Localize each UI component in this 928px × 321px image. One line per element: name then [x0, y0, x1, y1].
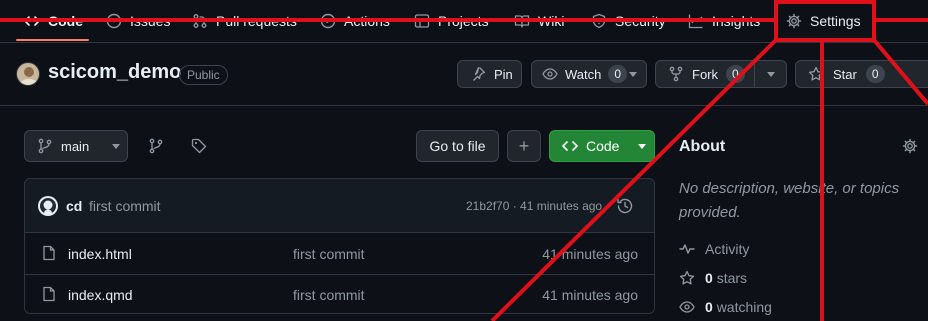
pull-request-icon: [192, 13, 208, 29]
star-counter: 0: [865, 65, 885, 83]
fork-label: Fork: [692, 66, 718, 82]
issue-icon: [106, 13, 122, 29]
star-icon: [679, 270, 695, 286]
file-name[interactable]: index.html: [68, 246, 132, 262]
gear-icon: [786, 13, 802, 29]
pin-button[interactable]: Pin: [457, 60, 522, 88]
file-commit-message[interactable]: first commit: [293, 246, 365, 262]
owner-avatar[interactable]: [16, 62, 40, 86]
visibility-badge: Public: [179, 65, 228, 85]
book-icon: [514, 13, 530, 29]
pulse-icon: [679, 241, 695, 257]
file-commit-message[interactable]: first commit: [293, 287, 365, 303]
add-file-button[interactable]: +: [507, 130, 541, 162]
go-to-file-label: Go to file: [429, 138, 486, 154]
file-name[interactable]: index.qmd: [68, 287, 133, 303]
add-file-label: +: [518, 135, 530, 156]
git-branch-icon: [37, 138, 53, 154]
watch-counter: 0: [608, 65, 628, 83]
fork-button[interactable]: Fork 0: [656, 65, 764, 83]
active-tab-indicator: [16, 39, 89, 41]
about-settings-gear-icon[interactable]: [902, 138, 918, 154]
code-icon: [24, 13, 40, 29]
eye-icon: [679, 299, 695, 315]
commit-author-avatar[interactable]: [38, 196, 58, 216]
watch-dropdown-caret-icon[interactable]: [628, 69, 638, 79]
watch-button[interactable]: Watch 0: [532, 65, 632, 83]
watching-link[interactable]: 0 watching: [679, 299, 772, 315]
star-label: Star: [833, 66, 857, 82]
code-brackets-icon: [562, 138, 578, 154]
fork-counter: 0: [726, 65, 745, 83]
file-icon: [41, 286, 57, 302]
fork-divider: [754, 61, 755, 87]
fork-dropdown-caret-icon[interactable]: [766, 69, 776, 79]
file-row[interactable]: index.qmd first commit 41 minutes ago: [25, 274, 654, 313]
fork-button-group: Fork 0: [655, 60, 787, 88]
watch-label: Watch: [565, 66, 602, 82]
tab-label: Code: [48, 13, 83, 29]
tab-insights[interactable]: Insights: [688, 0, 760, 42]
stars-link[interactable]: 0 stars: [679, 270, 747, 286]
tab-label: Projects: [438, 13, 489, 29]
tag-icon[interactable]: [191, 138, 207, 154]
watch-button-group: Watch 0: [531, 60, 647, 88]
activity-label: Activity: [705, 241, 750, 257]
stars-label: stars: [716, 270, 748, 286]
repo-header: scicom_demo Public Pin Watch 0 Fork 0 St…: [0, 43, 928, 106]
commit-message[interactable]: first commit: [89, 198, 161, 214]
code-button[interactable]: Code: [549, 130, 655, 162]
about-title: About: [679, 138, 726, 155]
branch-caret-icon: [111, 141, 121, 151]
tab-label: Settings: [810, 13, 861, 29]
branch-selector[interactable]: main: [24, 130, 128, 162]
star-button[interactable]: Star 0: [796, 65, 885, 83]
go-to-file-button[interactable]: Go to file: [416, 130, 499, 162]
tab-code[interactable]: Code: [24, 0, 83, 42]
watching-count: 0: [705, 299, 713, 315]
tab-label: Actions: [344, 13, 390, 29]
file-browser: cd first commit 21b2f70 · 41 minutes ago…: [24, 178, 655, 314]
tab-issues[interactable]: Issues: [106, 0, 170, 42]
history-icon[interactable]: [616, 197, 634, 215]
tab-label: Security: [615, 13, 666, 29]
commit-meta[interactable]: 21b2f70 · 41 minutes ago: [466, 199, 602, 213]
tab-label: Pull requests: [216, 13, 297, 29]
stars-count: 0: [705, 270, 713, 286]
branches-icon[interactable]: [148, 138, 164, 154]
latest-commit-bar: cd first commit 21b2f70 · 41 minutes ago: [25, 179, 654, 233]
file-icon: [41, 245, 57, 261]
tab-security[interactable]: Security: [591, 0, 666, 42]
table-icon: [414, 13, 430, 29]
tab-label: Wiki: [538, 13, 565, 29]
pin-label: Pin: [494, 66, 513, 82]
star-button-group: Star 0: [795, 60, 928, 88]
code-caret-icon: [637, 141, 647, 151]
file-row[interactable]: index.html first commit 41 minutes ago: [25, 233, 654, 275]
tab-label: Insights: [712, 13, 761, 29]
star-icon: [808, 66, 824, 82]
file-updated-time: 41 minutes ago: [542, 287, 638, 303]
tab-settings[interactable]: Settings: [786, 0, 861, 42]
tab-label: Issues: [130, 13, 171, 29]
watching-label: watching: [716, 299, 772, 315]
branch-name: main: [61, 138, 90, 154]
activity-link[interactable]: Activity: [679, 241, 749, 257]
tab-actions[interactable]: Actions: [320, 0, 390, 42]
play-icon: [320, 13, 336, 29]
shield-icon: [591, 13, 607, 29]
tab-pull-requests[interactable]: Pull requests: [192, 0, 297, 42]
code-button-label: Code: [586, 138, 620, 154]
pin-icon: [470, 66, 486, 82]
fork-icon: [668, 66, 684, 82]
repo-name[interactable]: scicom_demo: [48, 61, 181, 84]
commit-author[interactable]: cd: [66, 198, 82, 214]
graph-icon: [688, 13, 704, 29]
repo-nav-tabs: Code Issues Pull requests Actions Projec…: [0, 0, 928, 43]
about-description: No description, website, or topics provi…: [679, 180, 900, 221]
file-updated-time: 41 minutes ago: [542, 246, 638, 262]
tab-wiki[interactable]: Wiki: [514, 0, 564, 42]
eye-icon: [542, 66, 558, 82]
tab-projects[interactable]: Projects: [414, 0, 489, 42]
